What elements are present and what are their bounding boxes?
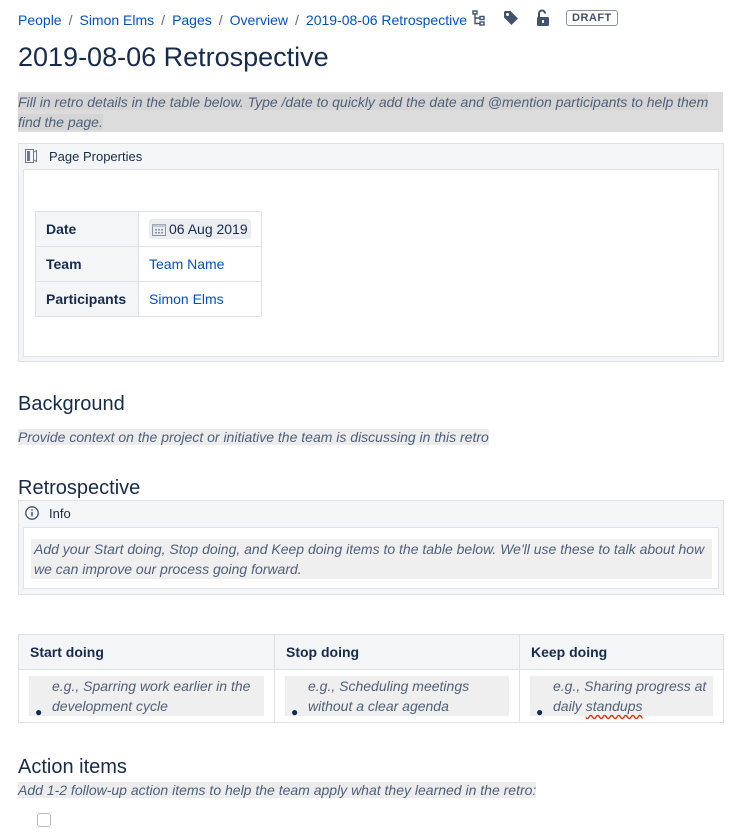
- cell-line: e.g., Scheduling meetings: [308, 678, 470, 694]
- column-header-keep-doing: Keep doing: [519, 634, 724, 670]
- page-properties-macro[interactable]: Page Properties Date 06 Aug 2019 Team Te…: [18, 143, 724, 362]
- info-body: Add your Start doing, Stop doing, and Ke…: [23, 527, 719, 589]
- calendar-icon: [152, 223, 166, 236]
- breadcrumb-current-page[interactable]: 2019-08-06 Retrospective: [306, 12, 467, 28]
- breadcrumb-pages[interactable]: Pages: [172, 12, 212, 28]
- page-properties-table: Date 06 Aug 2019 Team Team Name Particip…: [35, 211, 262, 317]
- bullet: ●: [35, 705, 43, 719]
- property-key: Participants: [35, 281, 139, 317]
- info-macro[interactable]: Info Add your Start doing, Stop doing, a…: [18, 500, 724, 595]
- breadcrumb-separator: /: [161, 12, 166, 28]
- action-items-instruction-wrap[interactable]: Add 1-2 follow-up action items to help t…: [18, 780, 537, 800]
- date-chip[interactable]: 06 Aug 2019: [149, 219, 251, 239]
- page-actions: DRAFT: [470, 9, 618, 27]
- retrospective-heading[interactable]: Retrospective: [18, 477, 140, 500]
- page-properties-header: Page Properties: [19, 144, 723, 168]
- spellcheck-word[interactable]: standups: [586, 698, 643, 714]
- info-title: Info: [49, 505, 71, 521]
- property-key: Team: [35, 246, 139, 282]
- property-value-team[interactable]: Team Name: [138, 246, 262, 282]
- participant-mention[interactable]: Simon Elms: [149, 291, 224, 307]
- breadcrumb-simon-elms[interactable]: Simon Elms: [79, 12, 154, 28]
- breadcrumb-separator: /: [68, 12, 73, 28]
- table-row: Participants Simon Elms: [35, 281, 262, 317]
- page-properties-title: Page Properties: [49, 148, 143, 164]
- info-header: Info: [19, 501, 723, 525]
- action-items-heading[interactable]: Action items: [18, 756, 127, 779]
- background-instruction-wrap[interactable]: Provide context on the project or initia…: [18, 427, 489, 447]
- breadcrumb-separator: /: [218, 12, 223, 28]
- column-header-start-doing: Start doing: [18, 634, 275, 670]
- list-item: ● e.g., Sharing progress at daily standu…: [530, 676, 713, 719]
- background-instruction: Provide context on the project or initia…: [18, 429, 489, 445]
- property-value-date[interactable]: 06 Aug 2019: [138, 211, 262, 247]
- background-heading[interactable]: Background: [18, 393, 125, 416]
- breadcrumb-separator: /: [295, 12, 299, 28]
- retro-table: Start doing Stop doing Keep doing ● e.g.…: [18, 634, 724, 723]
- task-checkbox[interactable]: [37, 813, 51, 827]
- page-properties-body: Date 06 Aug 2019 Team Team Name Particip…: [23, 169, 719, 357]
- bullet: ●: [536, 705, 544, 719]
- stop-doing-cell[interactable]: ● e.g., Scheduling meetings without a cl…: [274, 669, 520, 723]
- unlock-icon[interactable]: [534, 9, 552, 27]
- table-row: Team Team Name: [35, 246, 262, 282]
- list-item: ● e.g., Sparring work earlier in the dev…: [29, 676, 264, 719]
- page-properties-icon: [25, 149, 39, 163]
- page-title[interactable]: 2019-08-06 Retrospective: [18, 42, 329, 73]
- draft-badge: DRAFT: [566, 10, 618, 26]
- property-key: Date: [35, 211, 139, 247]
- cell-line: without a clear agenda: [308, 698, 449, 714]
- property-value-participants[interactable]: Simon Elms: [138, 281, 262, 317]
- breadcrumb-people[interactable]: People: [18, 12, 62, 28]
- bullet: ●: [291, 705, 299, 719]
- info-text: Add your Start doing, Stop doing, and Ke…: [31, 539, 712, 579]
- cell-line: daily standups: [553, 696, 713, 716]
- table-row: Date 06 Aug 2019: [35, 211, 262, 247]
- cell-line: e.g., Sharing progress at: [553, 678, 707, 694]
- cell-line: development cycle: [52, 698, 168, 714]
- tag-icon[interactable]: [502, 9, 520, 27]
- list-item: ● e.g., Scheduling meetings without a cl…: [285, 676, 509, 719]
- keep-doing-cell[interactable]: ● e.g., Sharing progress at daily standu…: [519, 669, 724, 723]
- team-link[interactable]: Team Name: [149, 256, 224, 272]
- date-value: 06 Aug 2019: [169, 221, 248, 237]
- info-icon: [25, 506, 39, 520]
- cell-line: e.g., Sparring work earlier in the: [52, 678, 251, 694]
- breadcrumb: People / Simon Elms / Pages / Overview /…: [18, 12, 467, 28]
- intro-text: Fill in retro details in the table below…: [18, 94, 709, 130]
- intro-instruction[interactable]: Fill in retro details in the table below…: [18, 92, 723, 132]
- page-tree-icon[interactable]: [470, 9, 488, 27]
- table-row: ● e.g., Sparring work earlier in the dev…: [18, 669, 724, 723]
- start-doing-cell[interactable]: ● e.g., Sparring work earlier in the dev…: [18, 669, 275, 723]
- breadcrumb-overview[interactable]: Overview: [230, 12, 288, 28]
- action-items-instruction: Add 1-2 follow-up action items to help t…: [18, 782, 537, 798]
- column-header-stop-doing: Stop doing: [274, 634, 520, 670]
- cell-text: daily: [553, 698, 586, 714]
- table-header-row: Start doing Stop doing Keep doing: [18, 634, 724, 670]
